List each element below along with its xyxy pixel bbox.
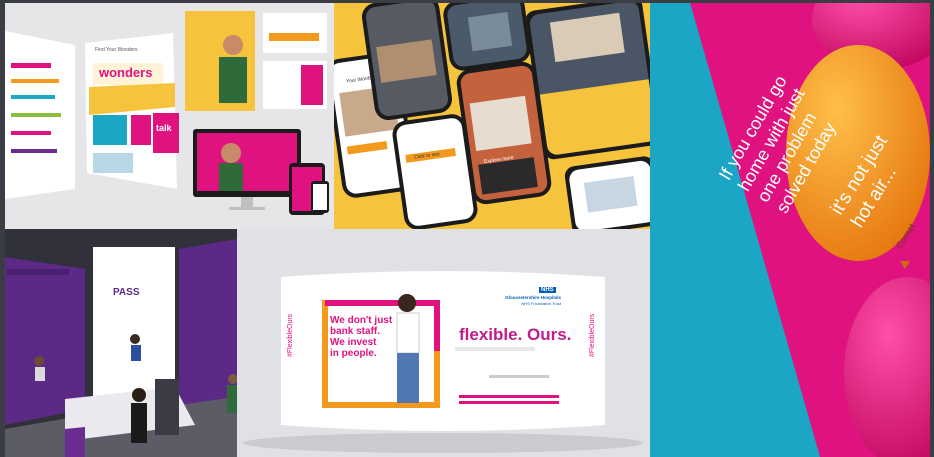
poster-word: talk — [156, 123, 172, 133]
exhibition-stand[interactable]: PASS — [5, 229, 237, 457]
stand-brand: PASS — [113, 287, 140, 298]
headline-line: We don't just — [330, 315, 393, 326]
brochure-title: wonders — [99, 65, 153, 80]
print-web-artwork — [5, 3, 335, 229]
tablet-mockup — [524, 3, 650, 161]
recruitment-banner[interactable]: We don't just bank staff. We invest in p… — [237, 229, 650, 457]
org-name: Gloucestershire Hospitals NHS Foundation… — [499, 295, 561, 307]
balloons-artwork — [650, 3, 930, 457]
banner-tagline: flexible. Ours. — [459, 325, 572, 344]
headline-line: in people. — [330, 348, 377, 359]
brochure-heading: Find Your Wonders — [95, 47, 138, 53]
banner-hashtag-right: #FlexibleOurs — [589, 313, 596, 357]
headline-line: We invest — [330, 337, 377, 348]
phone-mockup-2 — [360, 3, 454, 122]
banner-headline: We don't just bank staff. We invest in p… — [330, 315, 392, 359]
headline-line: bank staff. — [330, 326, 381, 337]
print-web-collage[interactable]: wonders Find Your Wonders talk — [5, 3, 335, 229]
tablet-mockup-2 — [563, 155, 650, 229]
nhs-logo: NHS — [539, 287, 556, 293]
exhibition-artwork — [5, 229, 237, 457]
org-name-line: NHS Foundation Trust — [521, 301, 561, 306]
mobile-app-collage[interactable]: Your Words Explore more Click to see — [334, 3, 650, 229]
portfolio-grid: wonders Find Your Wonders talk Your Word… — [0, 0, 934, 457]
balloons-panel[interactable]: If you could go home with just one probl… — [650, 3, 930, 457]
banner-hashtag-left: #FlexibleOurs — [287, 313, 294, 357]
